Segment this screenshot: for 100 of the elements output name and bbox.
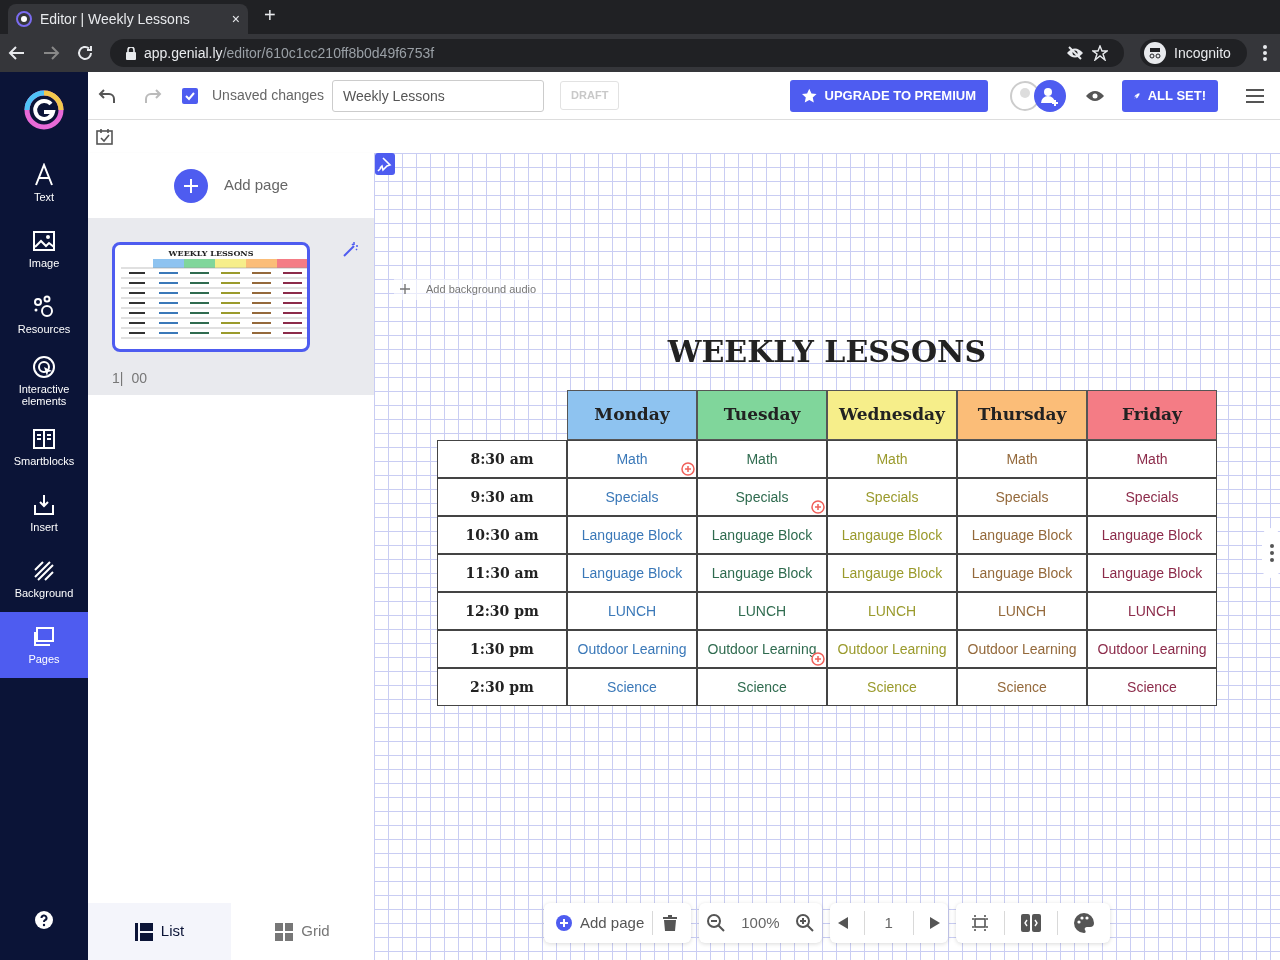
profile-button[interactable]: Incognito	[1140, 39, 1247, 67]
plus-circle-icon	[556, 915, 572, 931]
schedule-cell: Science	[567, 668, 697, 706]
collaborators-icon[interactable]	[1010, 79, 1068, 112]
add-page-button[interactable]	[173, 168, 208, 203]
background-icon	[32, 559, 56, 583]
insert-icon	[32, 493, 56, 517]
new-tab-button[interactable]: +	[264, 0, 276, 30]
preview-eye-icon[interactable]	[1086, 89, 1104, 102]
sidebar-item[interactable]: Background	[0, 546, 88, 612]
eye-slash-icon[interactable]	[1066, 46, 1084, 60]
interactive-icon	[32, 355, 56, 379]
zoom-out-icon[interactable]	[707, 914, 726, 932]
reload-icon[interactable]	[76, 44, 94, 62]
fit-screen-icon[interactable]	[971, 915, 988, 931]
schedule-cell: LUNCH	[567, 592, 697, 630]
comment-marker-icon	[811, 500, 825, 514]
view-tab[interactable]: List	[88, 903, 231, 960]
schedule-cell: Science	[957, 668, 1087, 706]
next-icon[interactable]	[929, 917, 940, 929]
schedule-cell: Math	[827, 440, 957, 478]
publish-button[interactable]: ALL SET!	[1122, 79, 1218, 112]
menu-icon[interactable]	[1246, 88, 1264, 103]
page-duration: 00	[131, 369, 147, 388]
kebab-menu-icon[interactable]	[1262, 45, 1267, 61]
schedule-cell: Specials	[827, 478, 957, 516]
add-page-label[interactable]: Add page	[223, 174, 289, 197]
schedule-cell: LUNCH	[1087, 592, 1217, 630]
schedule-cell: Outdoor Learning	[957, 630, 1087, 668]
back-icon[interactable]	[8, 44, 26, 62]
incognito-icon	[1144, 42, 1166, 64]
schedule-cell: Language Block	[697, 554, 827, 592]
sidebar-item[interactable]: Smartblocks	[0, 414, 88, 480]
comment-marker-icon	[681, 462, 695, 476]
forward-icon[interactable]	[42, 44, 60, 62]
schedule-cell: Outdoor Learning	[827, 630, 957, 668]
sidebar-item[interactable]: Text	[0, 150, 88, 216]
day-header: Tuesday	[697, 390, 827, 440]
schedule-cell: Specials	[567, 478, 697, 516]
magic-wand-icon[interactable]	[342, 242, 358, 258]
schedule-cell: Math	[567, 440, 697, 478]
schedule-cell: Outdoor Learning	[697, 630, 827, 668]
address-bar[interactable]: app.genial.ly/editor/610c1cc210ff8b0d49f6753f	[110, 39, 1124, 67]
schedule-cell: Language Block	[957, 516, 1087, 554]
schedule-cell: Math	[697, 440, 827, 478]
add-audio-button[interactable]: Add background audio	[394, 279, 543, 300]
day-header: Wednesday	[827, 390, 957, 440]
sidebar-item[interactable]: Insert	[0, 480, 88, 546]
title-field[interactable]: Weekly Lessons	[332, 79, 545, 112]
schedule-cell: Langauge Block	[827, 516, 957, 554]
trash-icon[interactable]	[663, 915, 678, 931]
help-icon[interactable]	[35, 911, 53, 929]
lock-icon	[126, 46, 136, 60]
sidebar-item[interactable]: Pages	[0, 612, 88, 678]
schedule-cell: Specials	[957, 478, 1087, 516]
schedule-cell: Science	[827, 668, 957, 706]
page-indicator: 1	[883, 912, 894, 933]
close-icon[interactable]: ×	[231, 8, 240, 30]
sidebar-item[interactable]: Interactive elements	[0, 348, 88, 414]
schedule-cell: LUNCH	[827, 592, 957, 630]
day-header: Friday	[1087, 390, 1217, 440]
save-status: Unsaved changes	[212, 86, 325, 105]
schedule-cell: Langauge Block	[827, 554, 957, 592]
schedule-cell: Specials	[1087, 478, 1217, 516]
pages-icon	[32, 625, 56, 649]
star-icon[interactable]	[1092, 45, 1108, 61]
schedule-cell: Language Block	[697, 516, 827, 554]
undo-icon[interactable]	[98, 87, 116, 104]
logo-icon	[24, 90, 64, 130]
upgrade-button[interactable]: UPGRADE TO PREMIUM	[790, 79, 988, 112]
schedule-cell: Language Block	[957, 554, 1087, 592]
time-cell: 2:30 pm	[437, 668, 567, 706]
schedule-cell: Outdoor Learning	[567, 630, 697, 668]
smartblocks-icon	[32, 427, 56, 451]
browser-tab[interactable]: Editor | Weekly Lessons ×	[8, 4, 248, 34]
page-thumbnail[interactable]: WEEKLY LESSONS	[112, 242, 310, 352]
schedule-cell: Math	[957, 440, 1087, 478]
schedule-cell: Science	[1087, 668, 1217, 706]
favicon-icon	[16, 11, 32, 27]
tab-title: Editor | Weekly Lessons	[40, 9, 191, 29]
time-cell: 11:30 am	[437, 554, 567, 592]
previous-icon[interactable]	[837, 917, 848, 929]
page-number: 1|	[112, 369, 124, 388]
time-cell: 10:30 am	[437, 516, 567, 554]
plus-icon	[183, 178, 198, 193]
grid-view-icon	[275, 922, 294, 941]
zoom-level: 100%	[741, 912, 780, 933]
sidebar-item[interactable]: Resources	[0, 282, 88, 348]
schedule-cell: LUNCH	[697, 592, 827, 630]
slide-title: WEEKLY LESSONS	[667, 333, 987, 371]
palette-icon[interactable]	[1073, 913, 1094, 933]
saved-check-icon	[182, 87, 198, 104]
schedule-cell: Language Block	[567, 554, 697, 592]
schedule-cell: Specials	[697, 478, 827, 516]
sidebar-item[interactable]: Image	[0, 216, 88, 282]
schedule-cell: Science	[697, 668, 827, 706]
checklist-icon[interactable]	[96, 128, 113, 145]
split-view-icon[interactable]	[1020, 914, 1041, 932]
schedule-cell: Language Block	[1087, 516, 1217, 554]
zoom-in-icon[interactable]	[795, 914, 814, 932]
